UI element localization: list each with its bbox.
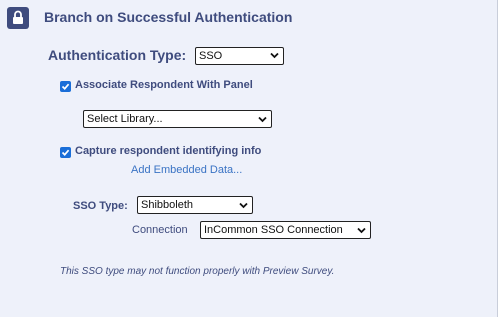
connection-select[interactable]: InCommon SSO Connection [200,221,371,239]
auth-type-select[interactable]: SSO [195,47,284,65]
preview-warning-note: This SSO type may not function properly … [60,266,335,277]
associate-panel-checkbox[interactable] [60,81,71,92]
branch-panel: Branch on Successful Authentication Auth… [0,0,498,317]
capture-info-checkbox[interactable] [60,147,71,158]
auth-type-label: Authentication Type: [48,47,187,63]
panel-title: Branch on Successful Authentication [44,9,293,25]
associate-panel-label: Associate Respondent With Panel [75,79,253,91]
capture-info-label: Capture respondent identifying info [75,145,262,157]
connection-label: Connection [132,224,188,236]
lock-icon [7,7,29,29]
add-embedded-data-link[interactable]: Add Embedded Data... [131,164,242,176]
sso-type-label: SSO Type: [73,200,128,212]
library-select[interactable]: Select Library... [83,110,272,128]
sso-type-select[interactable]: Shibboleth [137,196,253,214]
